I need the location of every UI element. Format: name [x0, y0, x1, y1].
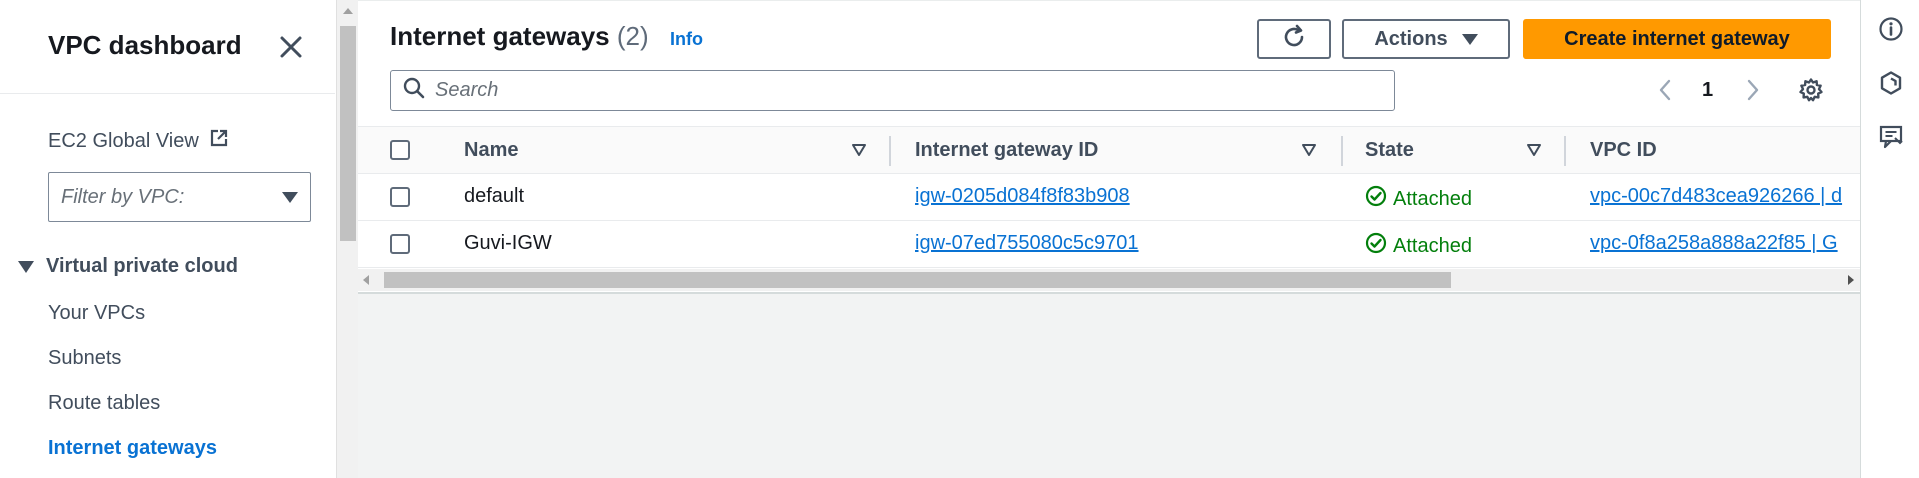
actions-label: Actions [1374, 27, 1448, 50]
sidebar-title: VPC dashboard [48, 30, 242, 60]
feedback-icon[interactable] [1878, 124, 1904, 150]
scroll-up-arrow[interactable] [343, 8, 353, 14]
cell-gateway-id-link[interactable]: igw-0205d084f8f83b908 [915, 185, 1130, 208]
column-header-internet-gateway-id[interactable]: Internet gateway ID [915, 139, 1098, 162]
column-header-name[interactable]: Name [464, 139, 518, 162]
row-checkbox[interactable] [390, 234, 410, 254]
cell-vpc-id-link[interactable]: vpc-0f8a258a888a22f85 | G [1590, 232, 1838, 255]
cell-name: default [464, 185, 525, 207]
current-page-number[interactable]: 1 [1702, 79, 1713, 102]
sidebar-divider [0, 93, 335, 94]
column-resizer[interactable] [889, 136, 891, 166]
cell-gateway-id-link[interactable]: igw-07ed755080c5c9701 [915, 232, 1139, 255]
gear-icon[interactable] [1798, 77, 1824, 108]
item-count: (2) [616, 21, 649, 51]
create-internet-gateway-button[interactable]: Create internet gateway [1523, 19, 1831, 59]
caret-down-icon [282, 191, 298, 203]
info-link[interactable]: Info [670, 29, 703, 50]
table-header: Name Internet gateway ID State VPC ID [358, 126, 1860, 174]
scrollbar-thumb[interactable] [340, 26, 356, 241]
column-resizer[interactable] [1341, 136, 1343, 166]
actions-button[interactable]: Actions [1342, 19, 1510, 59]
caret-down-icon [18, 260, 34, 273]
chevron-right-icon[interactable] [1746, 79, 1760, 106]
sidebar-scrollbar[interactable] [336, 0, 358, 478]
cell-state: Attached [1365, 185, 1472, 213]
status-text: Attached [1393, 187, 1472, 210]
sort-icon[interactable] [1301, 143, 1317, 162]
refresh-icon [1281, 24, 1307, 55]
column-resizer[interactable] [1564, 136, 1566, 166]
close-icon[interactable] [276, 32, 306, 62]
cell-state: Attached [1365, 232, 1472, 260]
check-circle-icon [1365, 185, 1387, 213]
info-icon[interactable] [1878, 16, 1904, 42]
row-checkbox[interactable] [390, 187, 410, 207]
sidebar-item-your-vpcs[interactable]: Your VPCs [48, 302, 145, 325]
tools-rail [1860, 0, 1919, 478]
search-icon [403, 77, 425, 104]
vpc-filter-placeholder: Filter by VPC: [61, 185, 185, 208]
external-link-icon [209, 128, 229, 154]
scroll-right-arrow[interactable] [1848, 275, 1854, 285]
sidebar-item-label: EC2 Global View [48, 129, 199, 152]
table-row[interactable]: Guvi-IGW igw-07ed755080c5c9701 Attached … [358, 221, 1860, 268]
sidebar-item-subnets[interactable]: Subnets [48, 347, 121, 370]
sidebar-item-route-tables[interactable]: Route tables [48, 392, 160, 415]
internet-gateways-table-panel: Internet gateways (2) Info Actions Creat… [358, 1, 1860, 294]
status-text: Attached [1393, 234, 1472, 257]
page-title-text: Internet gateways [390, 21, 610, 51]
caret-down-icon [1461, 33, 1478, 45]
refresh-button[interactable] [1257, 19, 1331, 59]
sidebar-item-ec2-global-view[interactable]: EC2 Global View [48, 128, 229, 154]
main-content: Internet gateways (2) Info Actions Creat… [358, 0, 1860, 478]
section-toggle-virtual-private-cloud[interactable]: Virtual private cloud [18, 255, 238, 278]
vpc-filter-select[interactable]: Filter by VPC: [48, 172, 311, 222]
hexagon-icon[interactable] [1878, 70, 1904, 96]
sort-icon[interactable] [1526, 143, 1542, 162]
check-circle-icon [1365, 232, 1387, 260]
table-horizontal-scrollbar[interactable] [358, 269, 1860, 291]
cell-vpc-id-link[interactable]: vpc-00c7d483cea926266 | d [1590, 185, 1842, 208]
search-input[interactable] [435, 79, 1335, 102]
page-title: Internet gateways (2) [390, 21, 649, 52]
column-header-vpc-id[interactable]: VPC ID [1590, 139, 1657, 162]
sort-icon[interactable] [851, 143, 867, 162]
cell-name: Guvi-IGW [464, 232, 552, 254]
search-field[interactable] [390, 70, 1395, 111]
chevron-left-icon[interactable] [1658, 79, 1672, 106]
scroll-left-arrow[interactable] [363, 275, 369, 285]
scrollbar-thumb[interactable] [384, 272, 1451, 288]
column-header-state[interactable]: State [1365, 139, 1414, 162]
section-title: Virtual private cloud [46, 255, 238, 277]
side-navigation: VPC dashboard EC2 Global View Filter by … [0, 0, 335, 478]
select-all-checkbox[interactable] [390, 140, 410, 160]
table-row[interactable]: default igw-0205d084f8f83b908 Attached v… [358, 174, 1860, 221]
sidebar-item-internet-gateways[interactable]: Internet gateways [48, 437, 217, 460]
